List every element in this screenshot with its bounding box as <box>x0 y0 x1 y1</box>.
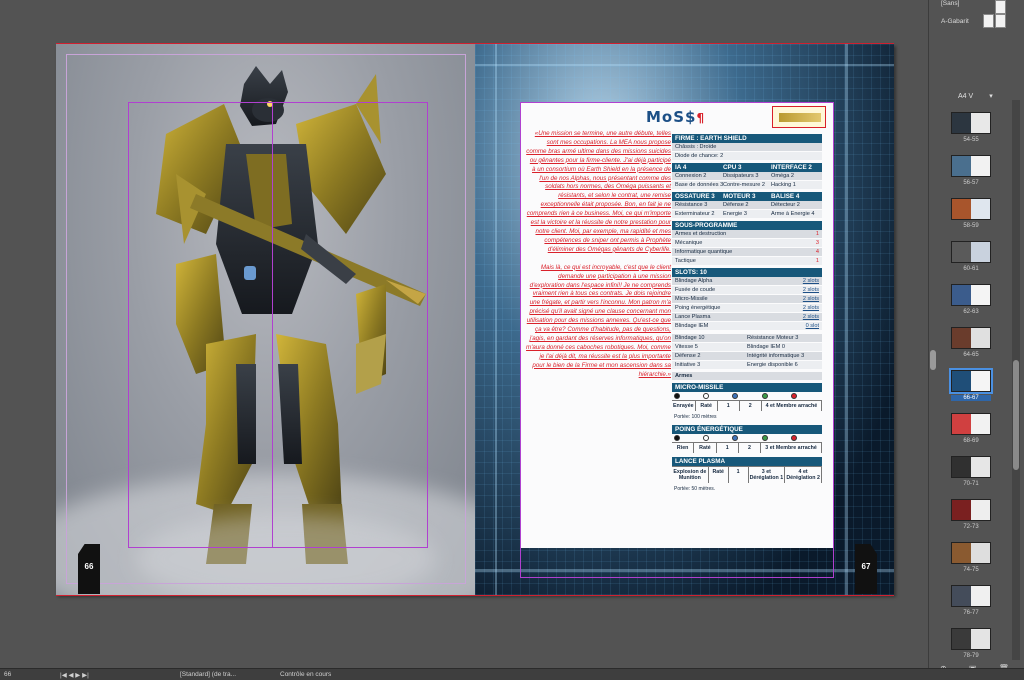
spread-label[interactable]: 70-71 <box>951 481 991 487</box>
style-status[interactable]: [Standard] (de tra... <box>180 671 236 678</box>
spread-label[interactable]: 66-67 <box>951 395 991 401</box>
spread-thumb-72-73[interactable] <box>951 499 991 521</box>
spread-label[interactable]: 62-63 <box>951 309 991 315</box>
spread-label[interactable]: 60-61 <box>951 266 991 272</box>
spread-thumb-70-71[interactable] <box>951 456 991 478</box>
spread-label[interactable]: 54-55 <box>951 137 991 143</box>
spread-thumb-66-67[interactable] <box>949 368 993 394</box>
spread-label[interactable]: 64-65 <box>951 352 991 358</box>
tech-line <box>475 64 894 66</box>
spread-label[interactable]: 68-69 <box>951 438 991 444</box>
master-none[interactable]: [Sans] <box>941 0 959 7</box>
spread-label[interactable]: 78-79 <box>951 653 991 659</box>
spread-thumb-76-77[interactable] <box>951 585 991 607</box>
master-thumb[interactable] <box>995 14 1006 28</box>
master-thumb[interactable] <box>983 14 994 28</box>
column-guide <box>128 102 428 548</box>
status-bar: 66 |◀ ◀ ▶ ▶| [Standard] (de tra... Contr… <box>0 668 1024 680</box>
right-page[interactable]: MoS$¶ «Une mission se termine, une autre… <box>475 44 894 595</box>
spread-thumb-62-63[interactable] <box>951 284 991 306</box>
spread-label[interactable]: 72-73 <box>951 524 991 530</box>
spread-thumb-58-59[interactable] <box>951 198 991 220</box>
master-a[interactable]: A-Gabarit <box>941 18 969 25</box>
pages-scrollbar-thumb[interactable] <box>1013 360 1019 470</box>
spread-thumb-64-65[interactable] <box>951 327 991 349</box>
bleed-guide <box>56 595 894 596</box>
page-number-right: 67 <box>855 544 877 594</box>
column-guide <box>272 102 273 548</box>
spread-label[interactable]: 58-59 <box>951 223 991 229</box>
spread-label[interactable]: 76-77 <box>951 610 991 616</box>
nav-arrows[interactable]: |◀ ◀ ▶ ▶| <box>60 671 89 679</box>
masters-section[interactable]: [Sans] A-Gabarit <box>929 0 1024 82</box>
tech-line <box>495 44 497 595</box>
spread-thumb-68-69[interactable] <box>951 413 991 435</box>
zoom-level[interactable]: 66 <box>4 671 11 678</box>
bleed-guide <box>56 43 894 44</box>
master-thumb[interactable] <box>995 0 1006 14</box>
tech-line <box>845 44 848 595</box>
spread-thumb-74-75[interactable] <box>951 542 991 564</box>
document-spread[interactable]: 66 MoS$¶ «Une mission se termine, une au… <box>56 43 894 596</box>
spread-thumb-54-55[interactable] <box>951 112 991 134</box>
margin-guide <box>520 102 834 578</box>
page-size-dropdown[interactable]: A4 V <box>958 92 993 100</box>
page-number-left: 66 <box>78 544 100 594</box>
preflight-status[interactable]: Contrôle en cours <box>280 671 331 678</box>
spread-label[interactable]: 74-75 <box>951 567 991 573</box>
spread-label[interactable]: 56-57 <box>951 180 991 186</box>
indesign-window: 66 MoS$¶ «Une mission se termine, une au… <box>0 0 1024 680</box>
left-page[interactable]: 66 <box>56 44 475 595</box>
panel-resize-handle[interactable] <box>930 350 936 370</box>
spread-thumb-56-57[interactable] <box>951 155 991 177</box>
spread-thumb-60-61[interactable] <box>951 241 991 263</box>
pasteboard[interactable]: 66 MoS$¶ «Une mission se termine, une au… <box>0 0 928 668</box>
spread-thumb-78-79[interactable] <box>951 628 991 650</box>
